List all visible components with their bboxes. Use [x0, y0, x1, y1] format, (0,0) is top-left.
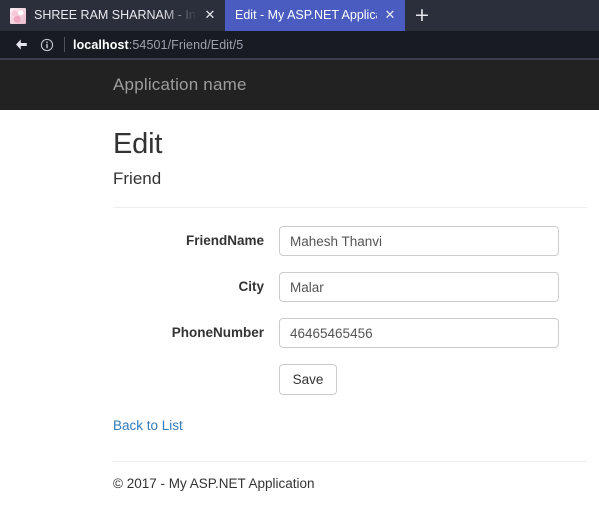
tab-strip-empty-area	[439, 0, 599, 31]
tab-title: SHREE RAM SHARNAM - Inte	[34, 8, 197, 22]
back-to-list-link[interactable]: Back to List	[113, 418, 183, 433]
address-bar-divider	[64, 37, 65, 52]
address-bar[interactable]: localhost:54501/Friend/Edit/5	[0, 31, 599, 60]
url-path: :54501/Friend/Edit/5	[128, 37, 244, 52]
favicon-icon	[10, 7, 26, 24]
page-subtitle: Friend	[113, 169, 162, 188]
label-city: City	[238, 279, 264, 294]
browser-tab-1[interactable]: SHREE RAM SHARNAM - Inte ✕	[0, 0, 225, 31]
close-icon[interactable]: ✕	[201, 7, 219, 25]
navbar-brand[interactable]: Application name	[0, 75, 247, 95]
form-row-city: City	[113, 272, 584, 302]
save-button[interactable]: Save	[279, 364, 337, 395]
city-input[interactable]	[279, 272, 559, 302]
friendname-input[interactable]	[279, 226, 559, 256]
edit-friend-form: FriendName City PhoneNumber Save	[113, 226, 584, 395]
browser-window: SHREE RAM SHARNAM - Inte ✕ Edit - My ASP…	[0, 0, 599, 521]
page-viewport: Application name Edit Friend FriendName …	[0, 60, 599, 521]
form-actions: Save	[113, 364, 584, 395]
content-divider	[113, 207, 587, 208]
page-title: Edit	[113, 128, 163, 160]
form-actions-spacer	[113, 364, 279, 395]
url-host: localhost	[73, 37, 129, 52]
url-text: localhost:54501/Friend/Edit/5	[73, 38, 243, 52]
site-navbar: Application name	[0, 60, 599, 110]
browser-tab-2[interactable]: Edit - My ASP.NET Application ✕	[225, 0, 405, 31]
form-row-friendname: FriendName	[113, 226, 584, 256]
tab-strip: SHREE RAM SHARNAM - Inte ✕ Edit - My ASP…	[0, 0, 599, 31]
new-tab-button[interactable]: +	[405, 0, 439, 31]
form-row-phonenumber: PhoneNumber	[113, 318, 584, 348]
label-phonenumber: PhoneNumber	[171, 325, 264, 340]
footer-copyright: © 2017 - My ASP.NET Application	[113, 476, 315, 491]
tab-title: Edit - My ASP.NET Application	[235, 8, 377, 22]
back-arrow-icon[interactable]	[10, 34, 32, 56]
close-icon[interactable]: ✕	[381, 7, 399, 25]
page-container: Edit Friend FriendName City PhoneNumber	[0, 128, 599, 491]
footer-divider	[113, 461, 587, 462]
page-info-icon[interactable]	[36, 34, 58, 56]
phonenumber-input[interactable]	[279, 318, 559, 348]
label-friendname: FriendName	[185, 233, 264, 248]
